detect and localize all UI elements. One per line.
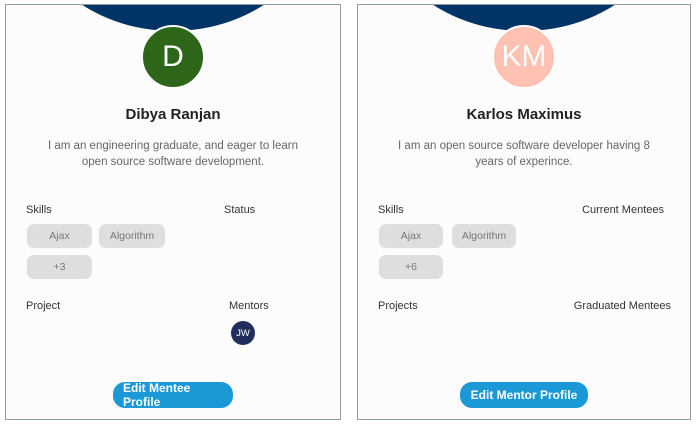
project-label: Project xyxy=(26,300,61,312)
skill-chip-algorithm[interactable]: Algorithm xyxy=(99,224,165,248)
skills-label: Skills xyxy=(378,204,404,216)
mentor-avatar: KM xyxy=(492,25,556,89)
skills-label: Skills xyxy=(26,204,52,216)
skill-chip-ajax[interactable]: Ajax xyxy=(379,224,443,248)
mentor-name: Karlos Maximus xyxy=(466,106,582,123)
more-skills-chip[interactable]: +6 xyxy=(379,255,443,279)
graduated-mentees-label: Graduated Mentees xyxy=(573,300,671,312)
status-label: Status xyxy=(224,204,256,216)
mentee-name: Dibya Ranjan xyxy=(125,106,221,123)
edit-mentee-profile-button[interactable]: Edit Mentee Profile xyxy=(113,381,233,409)
mentee-avatar: D xyxy=(141,25,205,89)
current-mentees-label: Current Mentees xyxy=(582,204,664,216)
edit-mentor-profile-button[interactable]: Edit Mentor Profile xyxy=(460,382,588,408)
mentor-profile-card: KM Karlos Maximus I am an open source so… xyxy=(357,4,691,420)
skill-chip-algorithm[interactable]: Algorithm xyxy=(452,224,516,248)
mentor-bio: I am an open source software developer h… xyxy=(398,140,650,168)
projects-label: Projects xyxy=(378,300,418,312)
mentee-bio: I am an engineering graduate, and eager … xyxy=(48,140,298,168)
mentor-avatar-jw[interactable]: JW xyxy=(231,321,255,345)
skill-chip-ajax[interactable]: Ajax xyxy=(27,224,92,248)
mentee-profile-card: D Dibya Ranjan I am an engineering gradu… xyxy=(5,4,341,420)
more-skills-chip[interactable]: +3 xyxy=(27,255,92,279)
mentors-label: Mentors xyxy=(229,300,269,312)
